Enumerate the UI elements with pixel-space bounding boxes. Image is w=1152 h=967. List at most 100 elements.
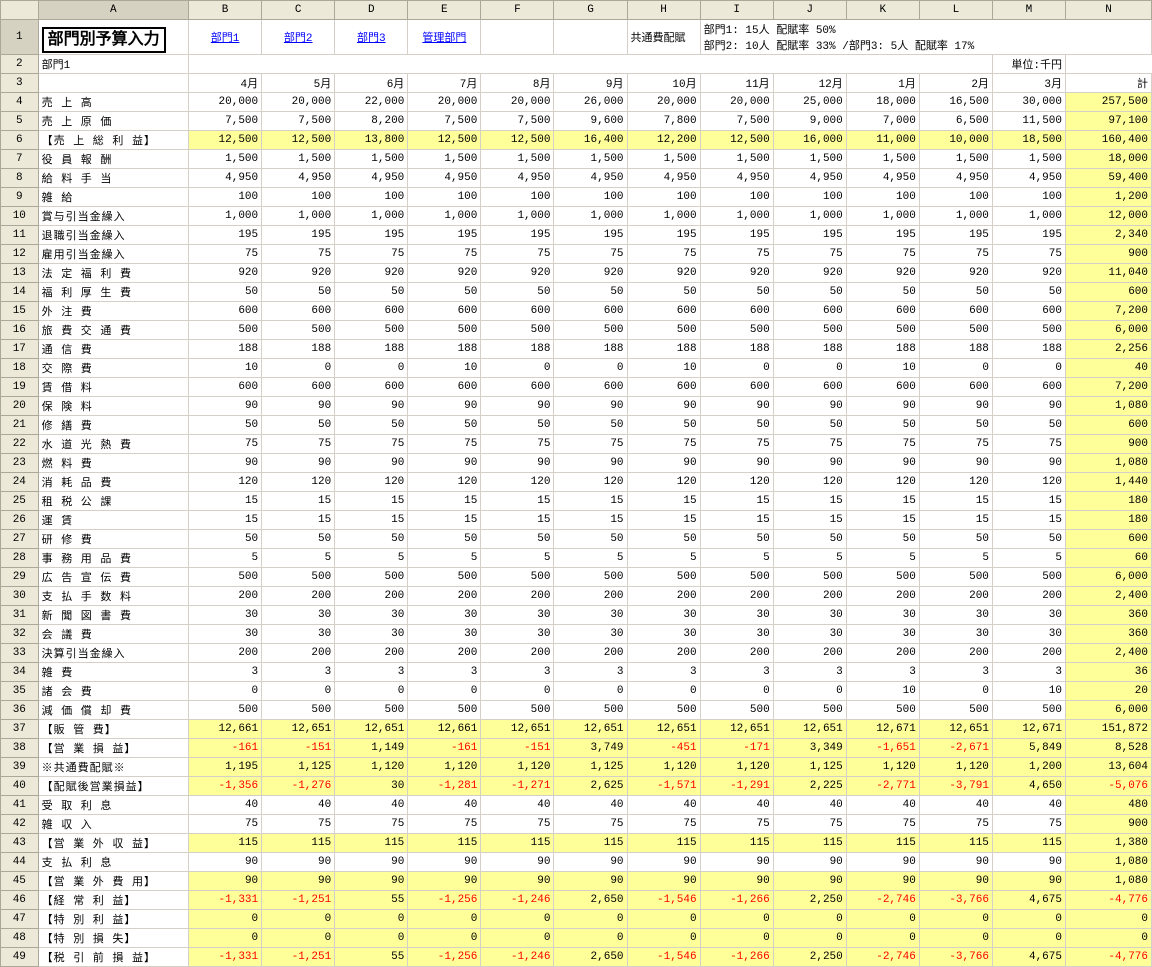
row-header[interactable]: 21 — [1, 416, 39, 435]
value-cell[interactable]: 12,651 — [700, 720, 773, 739]
value-cell[interactable]: 0 — [627, 682, 700, 701]
value-cell[interactable]: 920 — [992, 264, 1065, 283]
value-cell[interactable]: 0 — [773, 682, 846, 701]
row-header[interactable]: 17 — [1, 340, 39, 359]
value-cell[interactable]: 1,440 — [1066, 473, 1152, 492]
value-cell[interactable]: -1,546 — [627, 891, 700, 910]
value-cell[interactable]: 90 — [481, 872, 554, 891]
value-cell[interactable]: -3,766 — [919, 948, 992, 967]
value-cell[interactable]: 500 — [627, 568, 700, 587]
value-cell[interactable]: 1,080 — [1066, 397, 1152, 416]
value-cell[interactable]: 50 — [919, 416, 992, 435]
value-cell[interactable]: 600 — [262, 378, 335, 397]
value-cell[interactable]: 160,400 — [1066, 131, 1152, 150]
value-cell[interactable]: -3,791 — [919, 777, 992, 796]
value-cell[interactable]: 920 — [700, 264, 773, 283]
value-cell[interactable]: 0 — [335, 910, 408, 929]
value-cell[interactable]: 0 — [189, 929, 262, 948]
value-cell[interactable]: 0 — [700, 359, 773, 378]
value-cell[interactable]: 26,000 — [554, 93, 627, 112]
value-cell[interactable]: 90 — [627, 853, 700, 872]
value-cell[interactable]: 1,000 — [773, 207, 846, 226]
value-cell[interactable]: 90 — [919, 397, 992, 416]
value-cell[interactable]: 15 — [554, 511, 627, 530]
value-cell[interactable]: 3 — [627, 663, 700, 682]
value-cell[interactable]: 600 — [335, 378, 408, 397]
value-cell[interactable]: 15 — [846, 492, 919, 511]
value-cell[interactable]: -1,291 — [700, 777, 773, 796]
value-cell[interactable]: 30 — [992, 625, 1065, 644]
value-cell[interactable]: 50 — [408, 416, 481, 435]
value-cell[interactable]: -1,271 — [481, 777, 554, 796]
value-cell[interactable]: 200 — [627, 587, 700, 606]
value-cell[interactable]: 90 — [554, 872, 627, 891]
value-cell[interactable]: 90 — [992, 872, 1065, 891]
col-header-I[interactable]: I — [700, 1, 773, 20]
value-cell[interactable]: -151 — [262, 739, 335, 758]
value-cell[interactable]: 0 — [773, 929, 846, 948]
value-cell[interactable]: 90 — [408, 397, 481, 416]
value-cell[interactable]: 75 — [992, 435, 1065, 454]
value-cell[interactable]: 500 — [992, 321, 1065, 340]
value-cell[interactable]: 600 — [408, 378, 481, 397]
value-cell[interactable]: 15 — [627, 511, 700, 530]
value-cell[interactable]: 500 — [189, 701, 262, 720]
row-header[interactable]: 41 — [1, 796, 39, 815]
value-cell[interactable]: 500 — [335, 568, 408, 587]
row-header[interactable]: 11 — [1, 226, 39, 245]
value-cell[interactable]: 30 — [773, 606, 846, 625]
value-cell[interactable]: 90 — [700, 454, 773, 473]
value-cell[interactable]: 75 — [919, 815, 992, 834]
value-cell[interactable]: 200 — [408, 587, 481, 606]
value-cell[interactable]: 12,651 — [773, 720, 846, 739]
value-cell[interactable]: 6,000 — [1066, 568, 1152, 587]
value-cell[interactable]: 50 — [481, 283, 554, 302]
value-cell[interactable]: 115 — [773, 834, 846, 853]
value-cell[interactable]: 10,000 — [919, 131, 992, 150]
value-cell[interactable]: 15 — [335, 511, 408, 530]
row-header[interactable]: 4 — [1, 93, 39, 112]
value-cell[interactable]: 90 — [700, 397, 773, 416]
value-cell[interactable]: 500 — [262, 321, 335, 340]
value-cell[interactable]: 7,500 — [481, 112, 554, 131]
value-cell[interactable]: 90 — [408, 853, 481, 872]
value-cell[interactable]: 3 — [189, 663, 262, 682]
row-header[interactable]: 15 — [1, 302, 39, 321]
value-cell[interactable]: 90 — [262, 872, 335, 891]
row-header[interactable]: 8 — [1, 169, 39, 188]
value-cell[interactable]: 500 — [846, 701, 919, 720]
value-cell[interactable]: 90 — [700, 872, 773, 891]
col-header-E[interactable]: E — [408, 1, 481, 20]
value-cell[interactable]: 75 — [700, 245, 773, 264]
row-header[interactable]: 9 — [1, 188, 39, 207]
value-cell[interactable]: 1,500 — [481, 150, 554, 169]
value-cell[interactable]: 15 — [627, 492, 700, 511]
value-cell[interactable]: 50 — [262, 530, 335, 549]
value-cell[interactable]: 200 — [846, 644, 919, 663]
value-cell[interactable]: 100 — [700, 188, 773, 207]
value-cell[interactable]: 12,200 — [627, 131, 700, 150]
value-cell[interactable]: 90 — [335, 397, 408, 416]
value-cell[interactable]: 600 — [189, 302, 262, 321]
value-cell[interactable]: 15 — [189, 492, 262, 511]
value-cell[interactable]: 75 — [189, 815, 262, 834]
value-cell[interactable]: 50 — [554, 283, 627, 302]
value-cell[interactable]: 3 — [846, 663, 919, 682]
value-cell[interactable]: 120 — [335, 473, 408, 492]
value-cell[interactable]: 0 — [700, 682, 773, 701]
value-cell[interactable]: 12,651 — [481, 720, 554, 739]
row-header[interactable]: 7 — [1, 150, 39, 169]
value-cell[interactable]: 90 — [262, 454, 335, 473]
value-cell[interactable]: 1,500 — [189, 150, 262, 169]
value-cell[interactable]: 0 — [189, 682, 262, 701]
value-cell[interactable]: 600 — [773, 302, 846, 321]
value-cell[interactable]: 115 — [846, 834, 919, 853]
value-cell[interactable]: 7,000 — [846, 112, 919, 131]
cell[interactable] — [189, 55, 993, 74]
value-cell[interactable]: 1,080 — [1066, 853, 1152, 872]
value-cell[interactable]: 2,625 — [554, 777, 627, 796]
value-cell[interactable]: 195 — [846, 226, 919, 245]
value-cell[interactable]: 75 — [846, 435, 919, 454]
value-cell[interactable]: 75 — [554, 435, 627, 454]
value-cell[interactable]: 500 — [335, 321, 408, 340]
